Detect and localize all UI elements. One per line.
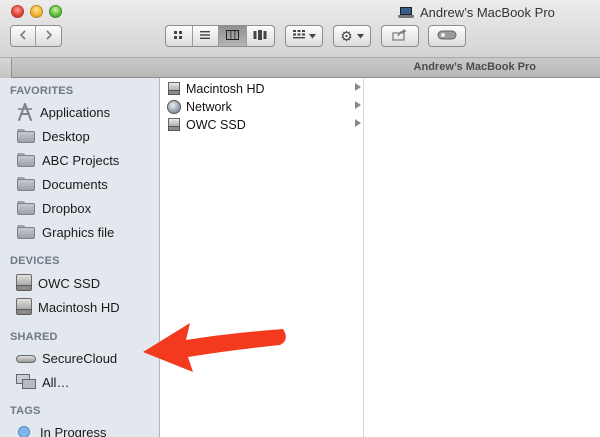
window-title: Andrew’s MacBook Pro (398, 4, 555, 20)
back-button[interactable] (11, 26, 37, 46)
drive-icon (167, 82, 181, 96)
chevron-left-icon (19, 29, 27, 43)
sidebar-item-abc-projects[interactable]: ABC Projects (16, 149, 156, 171)
sidebar-item-owc-ssd[interactable]: OWC SSD (16, 272, 156, 294)
folder-icon (16, 200, 36, 216)
sidebar-item-label: Macintosh HD (38, 299, 120, 315)
chevron-down-icon (308, 30, 316, 42)
sidebar-item-label: ABC Projects (42, 152, 120, 168)
sidebar-item-label: SecureCloud (42, 350, 118, 366)
drive-icon (16, 298, 32, 316)
sidebar-item-label: All… (42, 374, 70, 390)
sidebar-item-label: Graphics file (42, 224, 115, 240)
folder-icon (16, 176, 36, 192)
sidebar-item-macintosh-hd[interactable]: Macintosh HD (16, 296, 156, 318)
sidebar-heading-favorites: FAVORITES (10, 85, 74, 97)
network-icon (16, 374, 36, 390)
folder-icon (16, 128, 36, 144)
macbook-icon (398, 6, 414, 18)
list-view-icon (199, 30, 211, 43)
sidebar-item-label: Documents (42, 176, 108, 192)
sidebar-heading-shared: SHARED (10, 331, 58, 343)
list-view-button[interactable] (193, 26, 220, 46)
drive-icon (167, 118, 181, 132)
tag-pill-icon (437, 30, 457, 43)
grid-arrange-icon (292, 30, 305, 42)
cover-flow-icon (253, 29, 267, 43)
globe-icon (167, 100, 181, 114)
minimize-button[interactable] (30, 5, 43, 18)
browser-column-1: Macintosh HD Network OWC SSD (161, 78, 364, 437)
list-item[interactable]: Network (167, 98, 363, 116)
view-mode-control (165, 25, 275, 47)
sidebar-item-label: OWC SSD (38, 275, 101, 291)
browser-column-2 (365, 78, 600, 437)
tab-stub[interactable] (0, 58, 12, 78)
chevron-down-icon (356, 30, 364, 42)
gear-icon: ⚙ (340, 28, 353, 44)
chevron-right-icon (355, 83, 361, 91)
edit-tags-button[interactable] (428, 25, 466, 47)
forward-button[interactable] (36, 26, 61, 46)
zoom-button[interactable] (49, 5, 62, 18)
sidebar-item-label: Desktop (42, 128, 90, 144)
sidebar-item-securecloud[interactable]: SecureCloud (16, 347, 156, 369)
tag-dot-icon (18, 426, 30, 437)
sidebar-heading-devices: DEVICES (10, 255, 60, 267)
share-icon (392, 28, 408, 44)
tab-bar: Andrew’s MacBook Pro (0, 58, 600, 78)
sidebar-item-label: Dropbox (42, 200, 92, 216)
tab-title[interactable]: Andrew’s MacBook Pro (414, 61, 536, 73)
sidebar-item-label: Applications (40, 104, 111, 120)
sidebar-item-applications[interactable]: Applications (16, 101, 156, 123)
applications-icon (16, 103, 34, 121)
arrange-button[interactable] (285, 25, 323, 47)
drive-icon (16, 274, 32, 292)
titlebar: Andrew’s MacBook Pro ⚙ (0, 0, 600, 58)
icon-view-button[interactable] (166, 26, 193, 46)
list-item-label: OWC SSD (186, 118, 246, 132)
column-view-button[interactable] (219, 26, 247, 46)
chevron-right-icon (355, 101, 361, 109)
close-button[interactable] (11, 5, 24, 18)
sidebar-item-desktop[interactable]: Desktop (16, 125, 156, 147)
sidebar-item-graphics-file[interactable]: Graphics file (16, 221, 156, 243)
cover-flow-button[interactable] (247, 26, 274, 46)
sidebar-item-all[interactable]: All… (16, 371, 156, 393)
window-title-text: Andrew’s MacBook Pro (420, 4, 555, 20)
sidebar-item-dropbox[interactable]: Dropbox (16, 197, 156, 219)
sidebar-heading-tags: TAGS (10, 405, 41, 417)
chevron-right-icon (355, 119, 361, 127)
finder-window: Andrew’s MacBook Pro ⚙ Andrew’s MacBook … (0, 0, 600, 437)
list-item[interactable]: OWC SSD (167, 116, 363, 134)
sidebar: FAVORITES Applications Desktop ABC Proje… (0, 78, 160, 437)
folder-icon (16, 224, 36, 240)
cloud-server-icon (16, 352, 36, 364)
sidebar-item-label: In Progress (40, 424, 107, 437)
folder-icon (16, 152, 36, 168)
sidebar-item-tag-in-progress[interactable]: In Progress (16, 421, 156, 437)
action-button[interactable]: ⚙ (333, 25, 371, 47)
share-button[interactable] (381, 25, 419, 47)
chevron-right-icon (45, 29, 53, 43)
list-item-label: Macintosh HD (186, 82, 265, 96)
column-view-icon (225, 29, 239, 43)
icon-view-icon (173, 30, 184, 43)
back-forward-control (10, 25, 62, 47)
sidebar-item-documents[interactable]: Documents (16, 173, 156, 195)
list-item[interactable]: Macintosh HD (167, 80, 363, 98)
list-item-label: Network (186, 100, 232, 114)
